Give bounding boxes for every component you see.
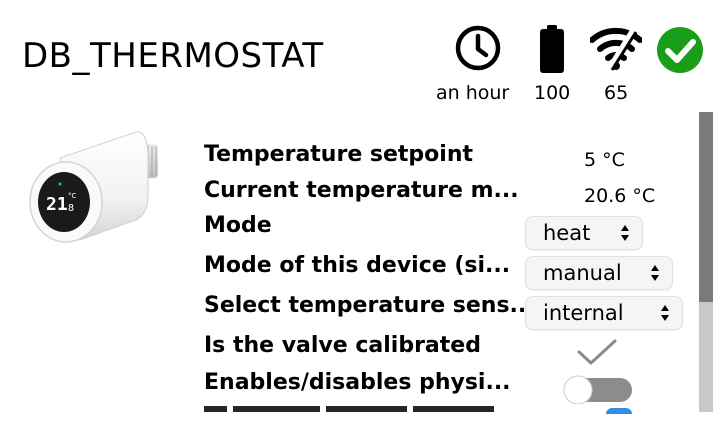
row-label-temperature-setpoint: Temperature setpoint (204, 142, 474, 167)
scrollbar-track[interactable] (699, 302, 713, 412)
row-label-current-temperature: Current temperature m... (204, 178, 519, 203)
physical-control-toggle[interactable] (562, 374, 632, 404)
mode-select[interactable]: heat (526, 217, 642, 249)
last-seen-label: an hour (436, 82, 510, 104)
battery-label: 100 (534, 82, 571, 104)
temperature-sensor-select[interactable]: internal (526, 297, 682, 329)
signal-icon (590, 26, 642, 72)
check-circle-icon (657, 27, 703, 73)
mode-select-value: heat (543, 221, 591, 245)
device-mode-select[interactable]: manual (526, 257, 672, 289)
checkmark-icon (577, 339, 617, 365)
row-cutoff (204, 406, 494, 412)
battery-icon (540, 25, 564, 73)
battery-status: 100 (534, 24, 574, 104)
device-image: 21 °C 8 (29, 131, 158, 243)
select-arrows-icon (661, 305, 669, 321)
row-label-temperature-sensor: Select temperature sens... (204, 293, 535, 318)
row-label-physical-control: Enables/disables physi... (204, 370, 511, 395)
clock-icon (455, 25, 501, 71)
device-mode-select-value: manual (543, 261, 622, 285)
last-seen-status: an hour (436, 24, 512, 104)
device-display-decimal: 8 (68, 203, 74, 214)
row-label-device-mode: Mode of this device (si... (204, 253, 511, 278)
temperature-sensor-select-value: internal (543, 301, 624, 325)
scrollbar-thumb[interactable] (699, 112, 713, 302)
select-arrows-icon (621, 225, 629, 241)
current-temperature-value: 20.6 °C (584, 185, 656, 207)
temperature-setpoint-value: 5 °C (584, 149, 625, 171)
device-display-unit: °C (68, 192, 77, 200)
toggle-cutoff[interactable] (606, 408, 632, 414)
row-label-mode: Mode (204, 213, 272, 238)
row-label-valve-calibrated: Is the valve calibrated (204, 333, 481, 358)
link-quality-label: 65 (604, 82, 629, 104)
device-display-digits: 21 (46, 194, 68, 215)
select-arrows-icon (651, 265, 659, 281)
link-quality-status: 65 (590, 24, 642, 104)
device-title: DB_THERMOSTAT (22, 36, 324, 76)
